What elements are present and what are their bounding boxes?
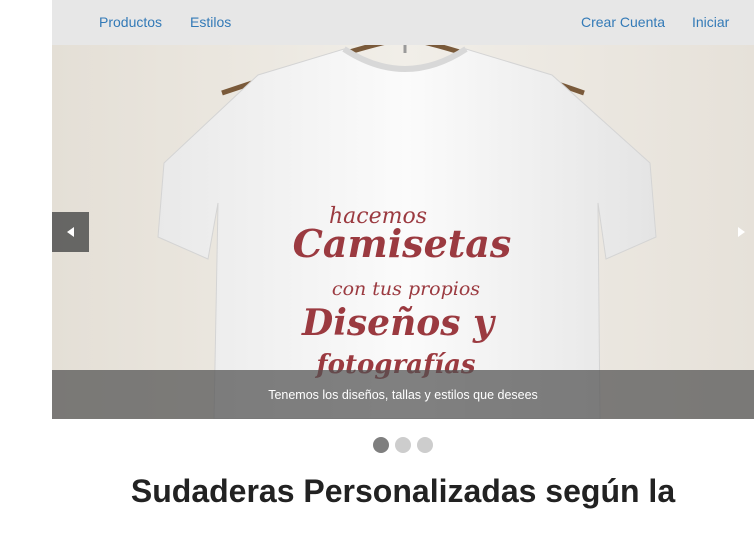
print-line-2: Camisetas [293, 221, 512, 266]
carousel-prev-button[interactable] [52, 212, 89, 252]
page-heading: Sudaderas Personalizadas según la [130, 473, 676, 509]
heading-clip [52, 519, 754, 551]
nav-link-estilos[interactable]: Estilos [190, 14, 231, 30]
nav-link-productos[interactable]: Productos [99, 14, 162, 30]
nav-link-iniciar[interactable]: Iniciar [692, 14, 729, 30]
print-line-4: Diseños y [301, 302, 496, 344]
print-line-3: con tus propios [332, 278, 480, 300]
nav-link-crear-cuenta[interactable]: Crear Cuenta [581, 14, 665, 30]
arrow-left-icon [67, 227, 74, 237]
carousel-indicator-1[interactable] [373, 437, 389, 453]
page: Productos Estilos Crear Cuenta Iniciar h… [52, 0, 754, 551]
carousel-caption-text: Tenemos los diseños, tallas y estilos qu… [268, 387, 538, 402]
arrow-right-icon [738, 227, 745, 237]
carousel-indicator-3[interactable] [417, 437, 433, 453]
carousel-next-button[interactable] [717, 212, 754, 252]
carousel-caption: Tenemos los diseños, tallas y estilos qu… [52, 370, 754, 419]
top-navbar: Productos Estilos Crear Cuenta Iniciar [52, 0, 754, 45]
image-carousel: hacemos Camisetas con tus propios Diseño… [52, 45, 754, 419]
slide-image-tshirt: hacemos Camisetas con tus propios Diseño… [52, 45, 754, 419]
carousel-indicator-2[interactable] [395, 437, 411, 453]
carousel-indicators [52, 437, 754, 453]
